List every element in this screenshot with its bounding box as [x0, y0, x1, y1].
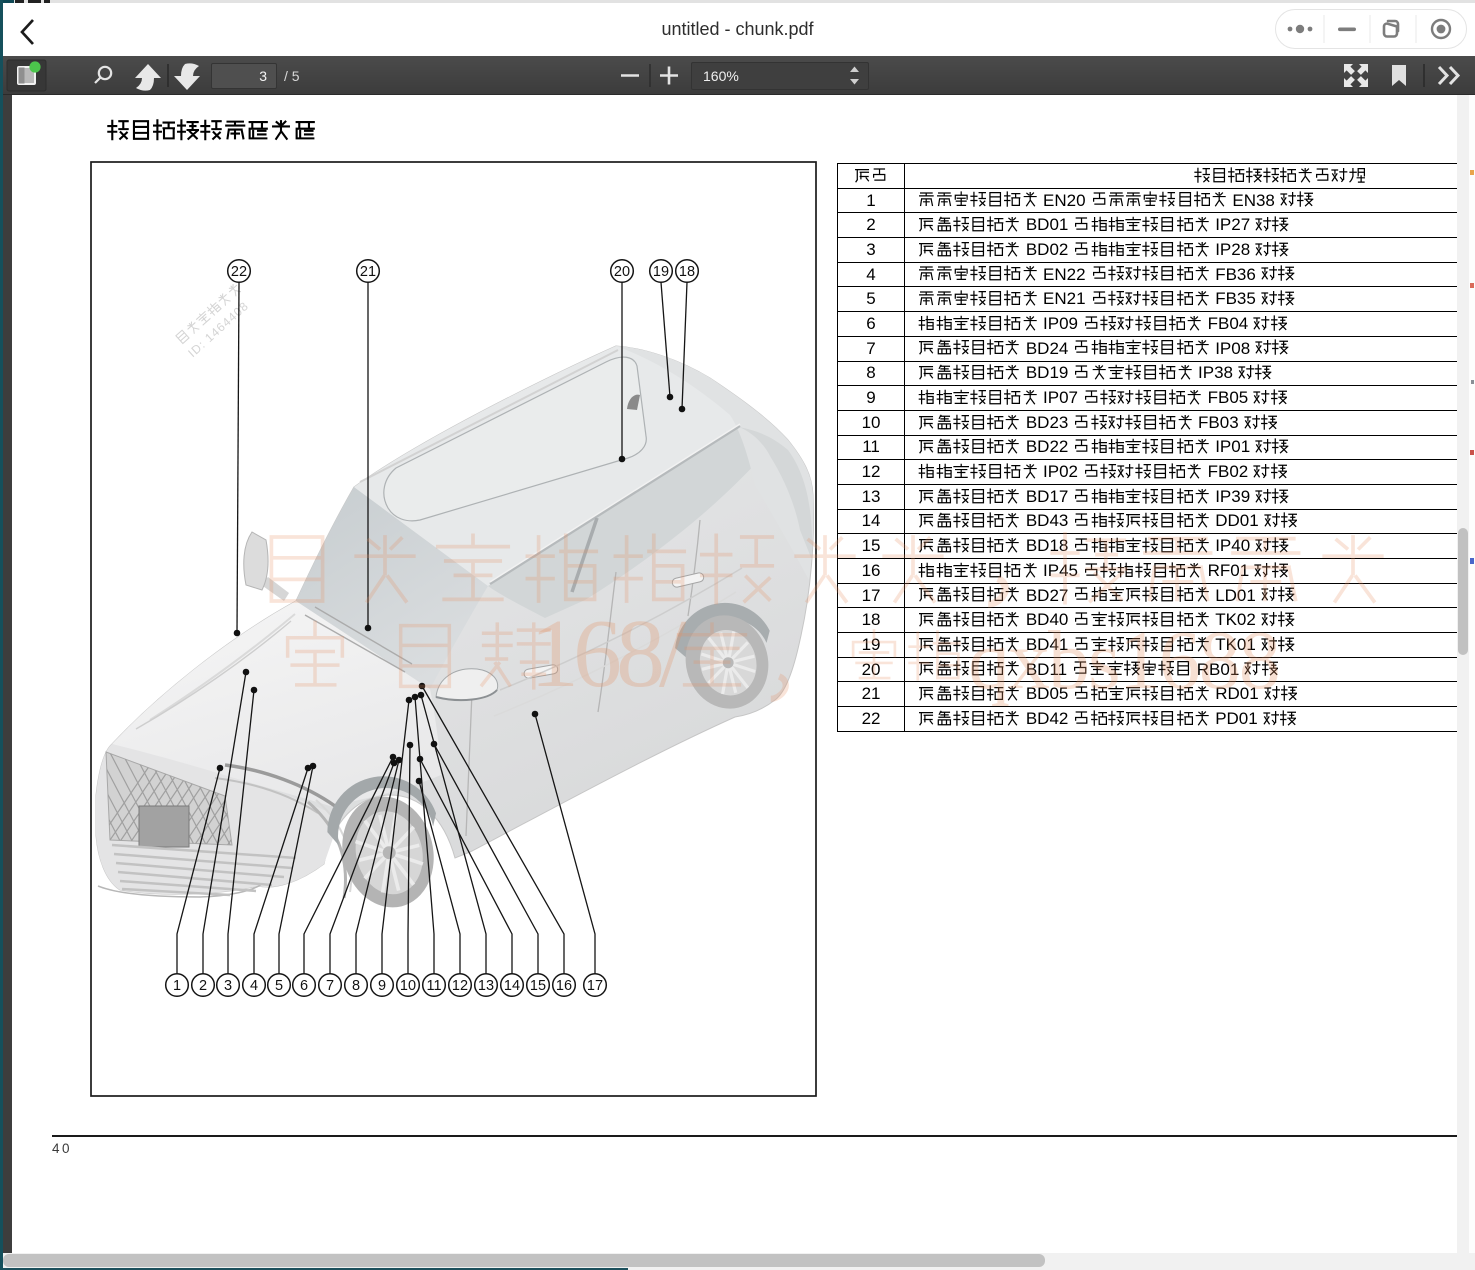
svg-text:1: 1 — [173, 978, 181, 994]
svg-text:5: 5 — [275, 978, 283, 994]
svg-text:4: 4 — [250, 978, 258, 994]
svg-text:6: 6 — [300, 978, 308, 994]
svg-text:16: 16 — [556, 978, 572, 994]
svg-text:13: 13 — [478, 978, 494, 994]
svg-text:22: 22 — [231, 264, 247, 280]
svg-text:18: 18 — [679, 264, 695, 280]
svg-text:11: 11 — [426, 978, 441, 994]
svg-text:3: 3 — [224, 978, 232, 994]
svg-text:17: 17 — [587, 978, 603, 994]
svg-text:8: 8 — [352, 978, 360, 994]
svg-text:2: 2 — [199, 978, 207, 994]
svg-text:7: 7 — [326, 978, 334, 994]
svg-text:10: 10 — [400, 978, 416, 994]
svg-text:15: 15 — [530, 978, 546, 994]
svg-text:21: 21 — [360, 264, 376, 280]
svg-text:12: 12 — [452, 978, 468, 994]
svg-text:9: 9 — [378, 978, 386, 994]
svg-text:14: 14 — [504, 978, 520, 994]
svg-text:19: 19 — [653, 264, 669, 280]
svg-text:20: 20 — [614, 264, 630, 280]
